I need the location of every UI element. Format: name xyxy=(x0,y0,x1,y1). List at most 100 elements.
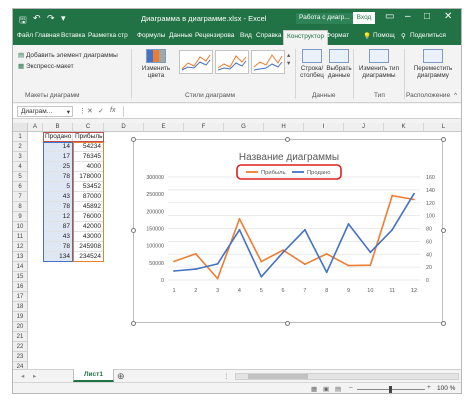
row-header-2[interactable]: 2 xyxy=(13,142,28,152)
row-header-9[interactable]: 9 xyxy=(13,212,28,222)
page-layout-view-icon[interactable]: ▣ xyxy=(323,385,329,393)
cell-sold[interactable]: 87 xyxy=(43,222,73,232)
resize-handle[interactable] xyxy=(441,137,446,142)
select-all-corner[interactable] xyxy=(13,123,28,132)
row-header-3[interactable]: 3 xyxy=(13,152,28,162)
header-cell-sold[interactable]: Продано xyxy=(43,132,73,142)
undo-icon[interactable]: ↶ xyxy=(33,13,41,24)
chart-title[interactable]: Название диаграммы xyxy=(239,152,339,163)
enter-icon[interactable]: ✓ xyxy=(98,107,104,115)
name-box-dropdown-icon[interactable]: ▾ xyxy=(67,108,70,116)
cell-sold[interactable]: 134 xyxy=(43,252,73,262)
cell-profit[interactable]: 245908 xyxy=(73,242,104,252)
name-box[interactable]: Диаграм... ▾ xyxy=(17,106,73,117)
resize-handle[interactable] xyxy=(131,137,136,142)
row-header-16[interactable]: 16 xyxy=(13,282,28,292)
zoom-level[interactable]: 100 % xyxy=(437,385,455,392)
row-header-19[interactable]: 19 xyxy=(13,312,28,322)
chart-object[interactable]: Название диаграммы Прибыль Продано 0 50000… xyxy=(133,139,443,323)
tab-design[interactable]: Конструктор xyxy=(283,30,329,45)
page-break-view-icon[interactable]: ▤ xyxy=(335,385,341,393)
cell-profit[interactable]: 43000 xyxy=(73,232,104,242)
cell-profit[interactable]: 76000 xyxy=(73,212,104,222)
row-header-5[interactable]: 5 xyxy=(13,172,28,182)
column-header-c[interactable]: C xyxy=(73,123,104,132)
column-header-b[interactable]: B xyxy=(43,123,73,132)
add-chart-element-button[interactable]: ▤ Добавить элемент диаграммы xyxy=(18,51,118,59)
row-header-14[interactable]: 14 xyxy=(13,262,28,272)
column-header-f[interactable]: F xyxy=(184,123,224,132)
move-chart-button[interactable]: Переместить диаграмму xyxy=(405,49,461,79)
cell-profit[interactable]: 42000 xyxy=(73,222,104,232)
row-header-10[interactable]: 10 xyxy=(13,222,28,232)
row-header-1[interactable]: 1 xyxy=(13,132,28,142)
sheet-scroll-options-icon[interactable]: ⋮ xyxy=(223,372,230,380)
cancel-icon[interactable]: ✕ xyxy=(87,107,93,115)
row-header-4[interactable]: 4 xyxy=(13,162,28,172)
column-header-k[interactable]: K xyxy=(384,123,424,132)
horizontal-scrollbar[interactable] xyxy=(235,373,459,380)
tab-page-layout[interactable]: Разметка стр xyxy=(88,32,128,39)
column-header-a[interactable]: A xyxy=(28,123,43,132)
insert-function-icon[interactable]: fx xyxy=(110,107,115,114)
zoom-slider[interactable] xyxy=(357,386,425,393)
tab-review[interactable]: Рецензирова xyxy=(195,32,234,39)
close-icon[interactable]: ✕ xyxy=(444,11,452,22)
chart-legend[interactable]: Прибыль Продано xyxy=(246,170,331,176)
row-header-23[interactable]: 23 xyxy=(13,352,28,362)
row-header-13[interactable]: 13 xyxy=(13,252,28,262)
row-header-12[interactable]: 12 xyxy=(13,242,28,252)
select-data-button[interactable]: Выбрать данные xyxy=(326,49,352,79)
chart-style-2[interactable] xyxy=(215,50,249,74)
cell-sold[interactable]: 43 xyxy=(43,192,73,202)
cell-sold[interactable]: 17 xyxy=(43,152,73,162)
row-header-18[interactable]: 18 xyxy=(13,302,28,312)
cell-profit[interactable]: 45892 xyxy=(73,202,104,212)
tab-insert[interactable]: Вставка xyxy=(61,32,85,39)
zoom-in-icon[interactable]: + xyxy=(427,384,431,391)
styles-scroll-down-icon[interactable]: ▾ xyxy=(287,59,290,67)
ribbon-display-icon[interactable]: ▭ xyxy=(385,11,394,22)
column-header-d[interactable]: D xyxy=(104,123,144,132)
resize-handle[interactable] xyxy=(441,228,446,233)
row-header-21[interactable]: 21 xyxy=(13,332,28,342)
chart-style-3[interactable] xyxy=(251,50,285,74)
tab-format[interactable]: Формат xyxy=(326,32,349,39)
column-header-h[interactable]: H xyxy=(264,123,304,132)
cell-sold[interactable]: 78 xyxy=(43,202,73,212)
column-header-i[interactable]: I xyxy=(304,123,344,132)
cell-profit[interactable]: 76345 xyxy=(73,152,104,162)
resize-handle[interactable] xyxy=(441,321,446,326)
formula-input[interactable] xyxy=(123,106,459,117)
column-header-j[interactable]: J xyxy=(344,123,384,132)
column-header-e[interactable]: E xyxy=(144,123,184,132)
tab-view[interactable]: Вид xyxy=(240,32,252,39)
change-chart-type-button[interactable]: Изменить тип диаграммы xyxy=(355,49,403,79)
cell-sold[interactable]: 12 xyxy=(43,212,73,222)
cell-profit[interactable]: 87000 xyxy=(73,192,104,202)
header-cell-profit[interactable]: Прибыль xyxy=(73,132,104,142)
share-button[interactable]: Поделиться xyxy=(410,32,446,39)
cell-profit[interactable]: 234524 xyxy=(73,252,104,262)
row-header-11[interactable]: 11 xyxy=(13,232,28,242)
resize-handle[interactable] xyxy=(131,321,136,326)
cell-sold[interactable]: 5 xyxy=(43,182,73,192)
cell-profit[interactable]: 54234 xyxy=(73,142,104,152)
save-icon[interactable]: 🖫 xyxy=(19,13,27,29)
row-header-20[interactable]: 20 xyxy=(13,322,28,332)
column-header-g[interactable]: G xyxy=(224,123,264,132)
cell-sold[interactable]: 78 xyxy=(43,172,73,182)
tab-home[interactable]: Главная xyxy=(35,32,60,39)
tab-file[interactable]: Файл xyxy=(17,32,33,39)
sheet-tab-list1[interactable]: Лист1 xyxy=(73,369,114,382)
cell-profit[interactable]: 4000 xyxy=(73,162,104,172)
row-header-8[interactable]: 8 xyxy=(13,202,28,212)
maximize-icon[interactable]: □ xyxy=(424,11,430,22)
formula-bar-options-icon[interactable]: ⋮ xyxy=(79,107,86,115)
resize-handle[interactable] xyxy=(285,137,290,142)
tab-formulas[interactable]: Формулы xyxy=(137,32,165,39)
scrollbar-thumb[interactable] xyxy=(248,374,308,379)
share-icon[interactable]: ⚲ xyxy=(401,32,406,40)
cell-sold[interactable]: 78 xyxy=(43,242,73,252)
signin-button[interactable]: Вход xyxy=(353,12,375,24)
